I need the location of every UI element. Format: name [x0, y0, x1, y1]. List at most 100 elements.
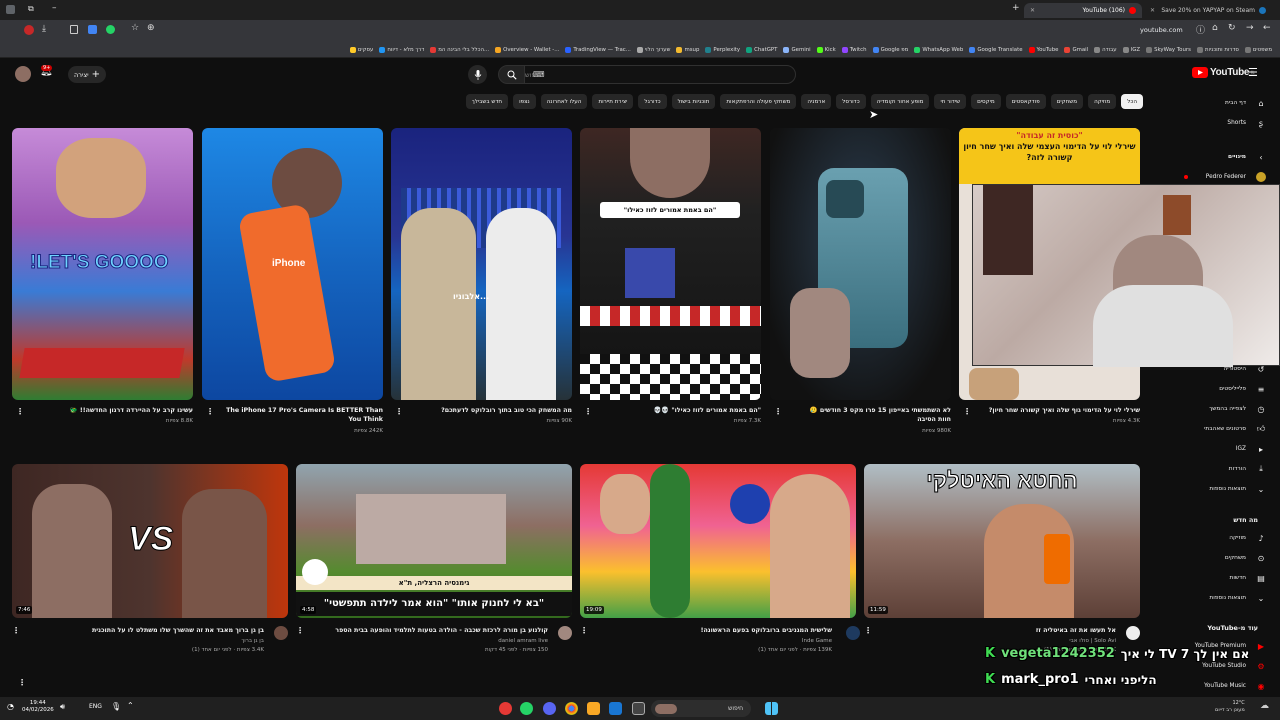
video-title[interactable]: "הם באמת אמורים לזוז כאילו" 💀💀 [580, 406, 761, 415]
chip[interactable]: משחקי פעולה והרפתקאות [720, 94, 797, 109]
tab-close-icon[interactable]: ✕ [1150, 7, 1155, 14]
channel-avatar[interactable] [1126, 626, 1140, 640]
keyboard-icon[interactable]: ⌨ [533, 70, 545, 79]
tab-close-icon[interactable]: ✕ [1030, 7, 1035, 14]
taskbar-search[interactable]: חיפוש [651, 700, 751, 717]
search-input[interactable]: חיפוש ⌨ [524, 65, 796, 84]
bookmark-item[interactable]: Kick [816, 46, 836, 53]
video-title[interactable]: מה המשחק הכי טוב בתוך רובלוקס לדעתכם? [391, 406, 572, 415]
sidebar-item-music[interactable]: ♪ מוזיקה [1229, 533, 1266, 543]
sidebar-item-gaming[interactable]: ⊙ משחקים [1225, 553, 1266, 563]
bookmark-item[interactable]: שערוך הלוי [636, 46, 670, 53]
bookmark-item[interactable]: SkyWay Tours [1146, 46, 1191, 53]
chip[interactable]: פודקאסטים [1005, 94, 1046, 109]
reload-icon[interactable]: ↻ [1228, 23, 1236, 33]
bookmark-item[interactable]: YouTube [1028, 46, 1058, 53]
video-thumbnail[interactable] [770, 128, 951, 400]
chip[interactable]: יצירת תיירות [592, 94, 634, 109]
bookmark-item[interactable]: Gemini [783, 46, 811, 53]
more-actions-icon[interactable]: ⋮ [584, 407, 592, 416]
more-actions-icon[interactable]: ⋮ [296, 626, 304, 635]
video-thumbnail[interactable]: 19:09 [580, 464, 856, 618]
sidebar-item-shorts[interactable]: ʂ Shorts [1227, 118, 1266, 128]
chip[interactable]: שידור חי [934, 94, 967, 109]
chip[interactable]: תוכניות בישול [671, 94, 716, 109]
whatsapp-icon[interactable] [106, 25, 115, 34]
url-field[interactable]: youtube.com [1140, 26, 1183, 34]
sidebar-item-news[interactable]: ▤ חדשות [1230, 573, 1266, 583]
sidebar-show-more[interactable]: ⌄ תוצאות נוספות [1209, 593, 1266, 603]
sidebar-item-playlists[interactable]: ≡ פלייליסטים [1219, 384, 1266, 394]
whatsapp-icon[interactable] [520, 702, 533, 715]
video-thumbnail[interactable]: גימנסיה הרצליה, ת"א "בא לי לחנוק אותו" "… [296, 464, 572, 618]
chrome-icon[interactable] [565, 702, 578, 715]
new-tab-icon[interactable]: + [1012, 3, 1020, 13]
video-title[interactable]: בן גן ברוך מאבד את זה שהשרך שלו משתלט לו… [12, 626, 288, 635]
video-title[interactable]: קולנוע בן מורה לרכזת שכבה - הולדה בטעות … [296, 626, 572, 635]
chip[interactable]: משחקים [1050, 94, 1084, 109]
chevron-up-icon[interactable]: ⌃ [127, 701, 134, 710]
video-thumbnail[interactable]: VS 7:46 [12, 464, 288, 618]
info-icon[interactable]: ⓘ [1196, 23, 1205, 36]
forward-icon[interactable]: → [1246, 23, 1254, 33]
more-actions-icon[interactable]: ⋮ [580, 626, 588, 635]
channel-avatar[interactable] [846, 626, 860, 640]
video-card[interactable]: "הם באמת אמורים לזוז כאילו" "הם באמת אמו… [580, 128, 761, 428]
weather-widget[interactable]: 12°C מעונן רב דייום [1215, 700, 1245, 714]
video-thumbnail[interactable]: !LET'S GOOOO [12, 128, 193, 400]
bookmark-item[interactable]: Perplexity [705, 46, 740, 53]
channel-avatar[interactable] [558, 626, 572, 640]
video-card[interactable]: לא השתמשתי באייפון 15 פרו מקס 3 חודשים 🥲… [770, 128, 951, 438]
video-card[interactable]: !LET'S GOOOO עשינו קרב על ההיירדה דרגון … [12, 128, 193, 428]
chip[interactable]: מיקסים [971, 94, 1001, 109]
video-thumbnail[interactable]: החטא האיטלקי 11:59 [864, 464, 1140, 618]
copy-icon[interactable] [70, 25, 78, 34]
bookmark-item[interactable]: Twitch [841, 46, 867, 53]
microphone-icon[interactable]: 🎙︎ [111, 702, 121, 711]
chip[interactable]: מוזיקה [1088, 94, 1117, 109]
video-title-line2[interactable]: חוות הסיבה [770, 415, 951, 424]
more-actions-icon[interactable]: ⋮ [16, 407, 24, 416]
video-title[interactable]: אל תעשו את זה באיטליה זז [864, 626, 1140, 635]
sidebar-item-subscription[interactable]: Pedro Federer [1183, 172, 1266, 182]
tab-search-icon[interactable] [6, 5, 15, 14]
more-actions-icon[interactable]: ⋮ [774, 407, 782, 416]
file-explorer-icon[interactable] [587, 702, 600, 715]
sidebar-item-liked[interactable]: 👍︎ סרטונים שאהבתי [1204, 424, 1266, 434]
more-actions-icon[interactable]: ⋮ [12, 626, 20, 635]
sidebar-item-home[interactable]: ⌂ דף הבית [1225, 98, 1266, 108]
create-button[interactable]: יצירה + [68, 66, 106, 83]
language-indicator[interactable]: ENG [89, 703, 102, 710]
video-card[interactable]: גימנסיה הרצליה, ת"א "בא לי לחנוק אותו" "… [296, 464, 572, 664]
chip[interactable]: כדורגל [638, 94, 667, 109]
more-actions-icon[interactable]: ⋮ [395, 407, 403, 416]
bookmark-star-icon[interactable]: ☆ [131, 23, 139, 33]
windows-start-icon[interactable] [765, 702, 778, 715]
minimize-icon[interactable]: – [52, 3, 57, 13]
more-actions-icon[interactable]: ⋮ [206, 407, 214, 416]
video-title[interactable]: The iPhone 17 Pro's Camera Is BETTER Tha… [202, 406, 383, 415]
download-icon[interactable]: ⤓ [42, 24, 46, 34]
back-icon[interactable]: ← [1263, 23, 1271, 33]
video-card[interactable]: 19:09 שלישית המגניבים ברובלוקס בפעם הראש… [580, 464, 860, 664]
video-title[interactable]: לא השתמשתי באייפון 15 פרו מקס 3 חודשים 🥲 [770, 406, 951, 415]
sidebar-item-igz[interactable]: ▸ IGZ [1236, 444, 1266, 454]
video-title-line2[interactable]: You Think [202, 415, 383, 424]
hamburger-menu-icon[interactable]: ☰ [1248, 66, 1258, 79]
more-actions-icon[interactable]: ⋮ [963, 407, 971, 416]
bookmark-item[interactable]: Gmail [1064, 46, 1088, 53]
bookmark-item[interactable]: הכלל בלי הבינה המ... [430, 46, 489, 53]
home-icon[interactable]: ⌂ [1212, 23, 1218, 33]
bookmark-item[interactable]: סדרות ותוכניות [1196, 46, 1239, 53]
chip-all[interactable]: הכל [1121, 94, 1143, 109]
sidebar-item-downloads[interactable]: ⤓ הורדות [1229, 464, 1266, 474]
bookmark-item[interactable]: Google מפ [872, 46, 908, 53]
video-title[interactable]: שירלי לוי על הדימוי גוף שלה ואיך קשורה ש… [959, 406, 1140, 415]
chip[interactable]: כדורסל [836, 94, 866, 109]
chip[interactable]: העלו לאחרונה [540, 94, 588, 109]
bookmark-item[interactable]: WhatsApp Web [914, 46, 963, 53]
video-thumbnail[interactable]: iPhone [202, 128, 383, 400]
video-card[interactable]: VS 7:46 בן גן ברוך מאבד את זה שהשרך שלו … [12, 464, 288, 664]
sidebar-subscriptions-header[interactable]: › מינויים [1228, 152, 1266, 162]
tab-steam[interactable]: Save 20% on YAPYAP on Steam ✕ [1144, 3, 1272, 18]
